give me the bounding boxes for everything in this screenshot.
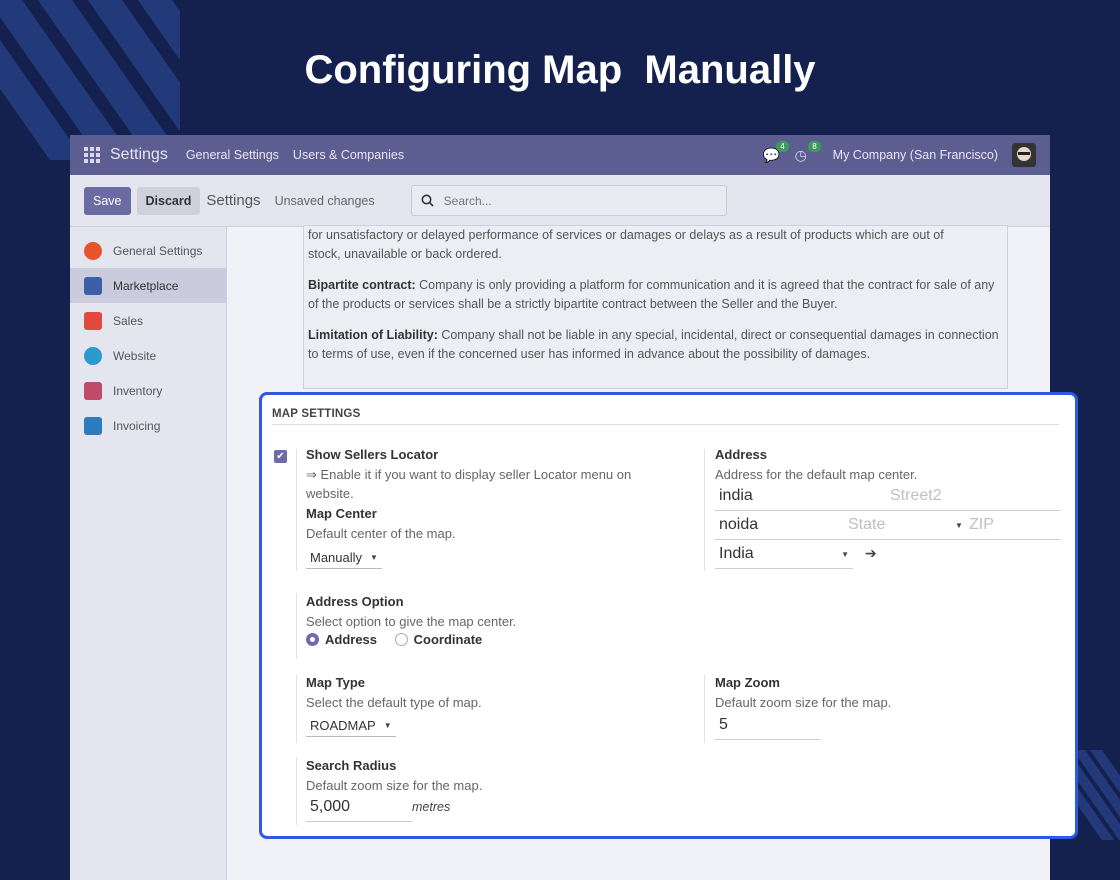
discard-button[interactable]: Discard xyxy=(136,186,201,215)
search-box[interactable] xyxy=(410,185,727,216)
activities-icon[interactable]: ◷ 8 xyxy=(795,141,821,163)
city-input[interactable]: noida State ▼ ZIP xyxy=(715,511,1060,540)
street-input[interactable]: india Street2 xyxy=(715,482,1060,511)
map-type-select[interactable]: ROADMAP ▼ xyxy=(306,715,396,737)
map-center-select[interactable]: Manually ▼ xyxy=(306,547,382,569)
address-option-label: Address Option xyxy=(306,594,404,609)
address-radio[interactable] xyxy=(306,633,319,646)
show-sellers-locator-checkbox[interactable]: ✔ xyxy=(274,450,287,463)
menu-general-settings[interactable]: General Settings xyxy=(186,148,279,162)
map-zoom-input[interactable]: 5 xyxy=(715,711,820,740)
liability-title: Limitation of Liability: xyxy=(308,328,438,342)
coordinate-radio[interactable] xyxy=(394,633,408,646)
search-input[interactable] xyxy=(443,193,704,208)
app-name[interactable]: Settings xyxy=(110,146,168,164)
state-select[interactable]: State xyxy=(848,516,885,534)
street2-input[interactable]: Street2 xyxy=(890,487,942,505)
chevron-down-icon: ▼ xyxy=(955,520,963,530)
search-radius-input[interactable]: 5,000 xyxy=(306,793,412,822)
company-switcher[interactable]: My Company (San Francisco) xyxy=(833,148,998,162)
top-navbar: Settings General Settings Users & Compan… xyxy=(70,135,1050,175)
map-center-desc: Default center of the map. xyxy=(306,526,456,541)
activities-badge: 8 xyxy=(808,141,821,152)
map-settings-panel: MAP SETTINGS ✔ Show Sellers Locator ⇒ En… xyxy=(259,392,1078,839)
show-sellers-locator-field: Show Sellers Locator ⇒ Enable it if you … xyxy=(306,447,676,503)
website-icon xyxy=(84,346,102,365)
sidebar-item-website[interactable]: Website xyxy=(70,338,226,373)
address-label: Address xyxy=(715,447,768,462)
general-settings-icon xyxy=(84,241,102,260)
map-type-desc: Select the default type of map. xyxy=(306,695,482,710)
zip-input[interactable]: ZIP xyxy=(969,516,994,534)
map-settings-header: MAP SETTINGS xyxy=(272,408,361,420)
invoicing-icon xyxy=(84,416,102,435)
search-radius-unit: metres xyxy=(412,800,451,814)
search-icon xyxy=(421,194,434,207)
sidebar-item-inventory[interactable]: Inventory xyxy=(70,373,226,408)
map-type-field: Map Type Select the default type of map.… xyxy=(306,675,482,737)
country-select[interactable]: India ▼ xyxy=(715,540,853,569)
chevron-down-icon: ▼ xyxy=(370,553,378,562)
chevron-down-icon: ▼ xyxy=(383,721,392,730)
map-zoom-label: Map Zoom xyxy=(715,675,780,690)
map-zoom-desc: Default zoom size for the map. xyxy=(715,695,892,710)
settings-sidebar: General Settings Marketplace Sales Websi… xyxy=(70,227,227,880)
search-radius-label: Search Radius xyxy=(306,758,397,773)
messages-badge: 4 xyxy=(776,141,789,152)
show-sellers-locator-desc: ⇒ Enable it if you want to display selle… xyxy=(306,467,632,501)
sidebar-item-sales[interactable]: Sales xyxy=(70,303,226,338)
save-button[interactable]: Save xyxy=(84,186,131,215)
address-option-field: Address Option Select option to give the… xyxy=(306,594,517,647)
map-zoom-field: Map Zoom Default zoom size for the map. xyxy=(715,675,891,712)
address-option-desc: Select option to give the map center. xyxy=(306,614,517,629)
bipartite-title: Bipartite contract: xyxy=(308,278,416,292)
app-grid-icon[interactable] xyxy=(84,147,100,163)
avatar[interactable] xyxy=(1012,143,1036,167)
sales-icon xyxy=(84,311,102,330)
menu-users-companies[interactable]: Users & Companies xyxy=(293,148,404,162)
sidebar-item-general-settings[interactable]: General Settings xyxy=(70,233,226,268)
policy-text-box: for unsatisfactory or delayed performanc… xyxy=(303,225,1008,389)
search-radius-field: Search Radius Default zoom size for the … xyxy=(306,758,482,795)
messages-icon[interactable]: 💬 4 xyxy=(763,141,789,163)
sidebar-item-invoicing[interactable]: Invoicing xyxy=(70,408,226,443)
unsaved-status: Unsaved changes xyxy=(274,193,375,208)
breadcrumb: Settings xyxy=(206,192,261,209)
show-sellers-locator-label: Show Sellers Locator xyxy=(306,447,439,462)
arrow-right-icon[interactable]: ➔ xyxy=(865,545,877,562)
map-center-field: Map Center Default center of the map. Ma… xyxy=(306,506,456,569)
control-panel: Save Discard Settings Unsaved changes xyxy=(70,175,1050,227)
marketplace-icon xyxy=(84,276,102,295)
sidebar-item-marketplace[interactable]: Marketplace xyxy=(70,268,226,303)
address-field: Address Address for the default map cent… xyxy=(715,447,917,484)
map-type-label: Map Type xyxy=(306,675,365,690)
map-center-label: Map Center xyxy=(306,506,377,521)
chevron-down-icon: ▼ xyxy=(841,549,849,559)
slide-title: Configuring Map Manually xyxy=(304,48,816,92)
inventory-icon xyxy=(84,381,102,400)
